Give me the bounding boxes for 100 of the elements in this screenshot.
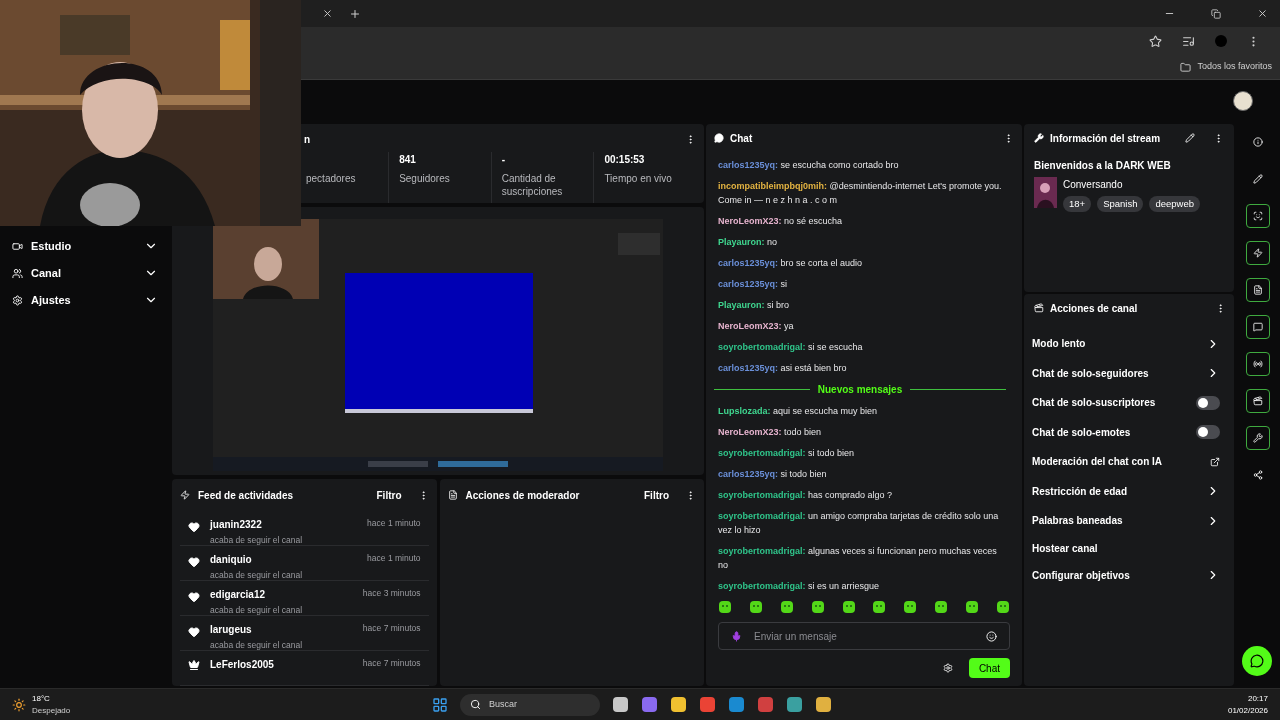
- stat-value: -: [501, 153, 507, 164]
- tag[interactable]: deepweb: [1149, 196, 1201, 213]
- close-tab-icon[interactable]: [322, 8, 333, 19]
- tag[interactable]: Spanish: [1097, 196, 1144, 213]
- toggle-switch[interactable]: [1196, 425, 1220, 440]
- toggle-switch[interactable]: [1196, 395, 1220, 410]
- chat-message: Playauron: si bro: [718, 299, 791, 312]
- activity-time: hace 1 minuto: [367, 552, 421, 565]
- activity-user: daniquio: [210, 553, 253, 567]
- chat-bubble-icon[interactable]: [1246, 315, 1270, 339]
- emote-icon[interactable]: [872, 600, 887, 614]
- stat-label: Cantidad de suscripciones: [501, 172, 564, 198]
- chat-bubble-icon: [1250, 654, 1264, 668]
- taskbar-app-icon[interactable]: [728, 696, 745, 713]
- channel-action[interactable]: Chat de solo-suscriptores: [1032, 388, 1226, 418]
- chat-message: carlos1235yq: si: [718, 278, 789, 291]
- channel-action[interactable]: Chat de solo-seguidores: [1032, 358, 1226, 388]
- clock-date: 01/02/2026: [1227, 704, 1268, 717]
- chat-message: soyrobertomadrigal: algunas veces si funcionan pero muchas veces no: [718, 545, 998, 572]
- document-icon[interactable]: [1246, 278, 1270, 302]
- category-name[interactable]: Conversando: [1063, 177, 1201, 192]
- message-input-text[interactable]: Enviar un mensaje: [754, 628, 974, 644]
- activity-time: hace 7 minutos: [362, 657, 421, 670]
- emote-icon[interactable]: [810, 600, 825, 614]
- taskbar-search-field[interactable]: Buscar: [460, 693, 600, 716]
- activity-text: acaba de seguir el canal: [210, 604, 304, 617]
- emote-icon[interactable]: [903, 600, 918, 614]
- weather-icon: [12, 697, 26, 712]
- restore-icon[interactable]: [1211, 8, 1221, 19]
- channel-action[interactable]: Hostear canal: [1032, 535, 1226, 561]
- panel-title: Información del stream: [1050, 131, 1162, 146]
- taskbar-app-icon[interactable]: [786, 696, 803, 713]
- panel-title: n: [304, 132, 312, 147]
- external-link-icon: [1210, 456, 1220, 467]
- channel-action[interactable]: Chat de solo-emotes: [1032, 417, 1226, 447]
- emote-icon[interactable]: [779, 600, 794, 614]
- close-icon[interactable]: [1257, 8, 1268, 19]
- broadcast-icon[interactable]: [1246, 352, 1270, 376]
- taskbar-app-icon[interactable]: [641, 696, 658, 713]
- chat-message: NeroLeomX23: ya: [718, 320, 795, 333]
- pencil-icon[interactable]: [1185, 133, 1195, 143]
- search-icon: [470, 699, 481, 710]
- filter-button[interactable]: Filtro: [376, 487, 402, 503]
- scan-icon[interactable]: [1246, 204, 1270, 228]
- emote-icon[interactable]: [995, 600, 1010, 614]
- emote-icon[interactable]: [965, 600, 979, 614]
- sidebar-item[interactable]: Canal: [12, 264, 158, 282]
- panel-title: Acciones de moderador: [465, 488, 581, 503]
- emoji-icon[interactable]: [986, 630, 997, 642]
- media-controls-icon[interactable]: [1182, 34, 1195, 48]
- bookmark-folder[interactable]: Todos los favoritos: [1197, 60, 1272, 74]
- support-chat-button[interactable]: [1242, 646, 1272, 676]
- activity-user: edigarcia12: [210, 588, 267, 602]
- activity-text: acaba de seguir el canal: [210, 534, 304, 547]
- sidebar-item[interactable]: Ajustes: [12, 291, 158, 309]
- stat-label: Tiempo en vivo: [604, 172, 673, 186]
- microphone-icon[interactable]: [731, 630, 742, 642]
- heart-icon: [188, 591, 200, 603]
- channel-action[interactable]: Moderación del chat con IA: [1032, 447, 1226, 477]
- clock-time: 20:17: [1247, 692, 1268, 705]
- new-messages-divider: Nuevos mensajes: [817, 383, 903, 397]
- settings-icon[interactable]: [942, 663, 953, 673]
- lightning-icon: [180, 490, 190, 500]
- stream-title: Bienvenidos a la DARK WEB: [1034, 159, 1172, 173]
- emote-icon[interactable]: [718, 600, 732, 614]
- panel-title: Chat: [730, 131, 754, 146]
- filter-button[interactable]: Filtro: [644, 487, 669, 503]
- chat-message: soyrobertomadrigal: si es un arriesgue: [718, 580, 881, 593]
- chat-message: soyrobertomadrigal: si se escucha: [718, 341, 864, 354]
- sidebar-item[interactable]: Estudio: [12, 237, 158, 255]
- taskbar-app-icon[interactable]: [612, 696, 629, 713]
- channel-action[interactable]: Restricción de edad: [1032, 476, 1226, 506]
- send-chat-button[interactable]: Chat: [968, 658, 1010, 678]
- channel-action[interactable]: Modo lento: [1032, 329, 1226, 359]
- avatar-icon[interactable]: [1233, 91, 1253, 111]
- activity-user: LeFerlos2005: [210, 658, 275, 672]
- chat-message: Lupslozada: aqui se escucha muy bien: [718, 405, 879, 418]
- lightning-icon[interactable]: [1246, 241, 1270, 265]
- windows-start-icon[interactable]: [432, 696, 448, 713]
- chat-message: soyrobertomadrigal: si todo bien: [718, 447, 856, 460]
- emote-icon[interactable]: [934, 600, 949, 614]
- taskbar-app-icon[interactable]: [815, 696, 832, 713]
- heart-icon: [188, 556, 200, 568]
- tag[interactable]: 18+: [1063, 196, 1092, 213]
- wrench-icon[interactable]: [1246, 426, 1270, 450]
- channel-action[interactable]: Palabras baneadas: [1032, 506, 1226, 536]
- bookmark-star-icon[interactable]: [1149, 34, 1162, 48]
- emote-icon[interactable]: [841, 600, 856, 614]
- users-icon: [12, 267, 23, 279]
- clapperboard-icon[interactable]: [1246, 389, 1270, 413]
- channel-action[interactable]: Configurar objetivos: [1032, 560, 1226, 590]
- emote-icon[interactable]: [748, 600, 763, 614]
- activity-text: acaba de seguir el canal: [210, 569, 304, 582]
- chat-message: incompatibleimpbqj0mih: @desmintiendo-internet Let's promote you. Come in — n e z h n a . c o m: [718, 180, 1002, 207]
- message-input[interactable]: Enviar un mensaje: [718, 622, 1010, 650]
- wrench-icon: [1034, 133, 1044, 143]
- new-tab-icon[interactable]: [349, 7, 361, 20]
- taskbar-app-icon[interactable]: [670, 696, 687, 713]
- chat-message: NeroLeomX23: no sé escucha: [718, 215, 844, 228]
- taskbar-app-icon[interactable]: [699, 696, 716, 713]
